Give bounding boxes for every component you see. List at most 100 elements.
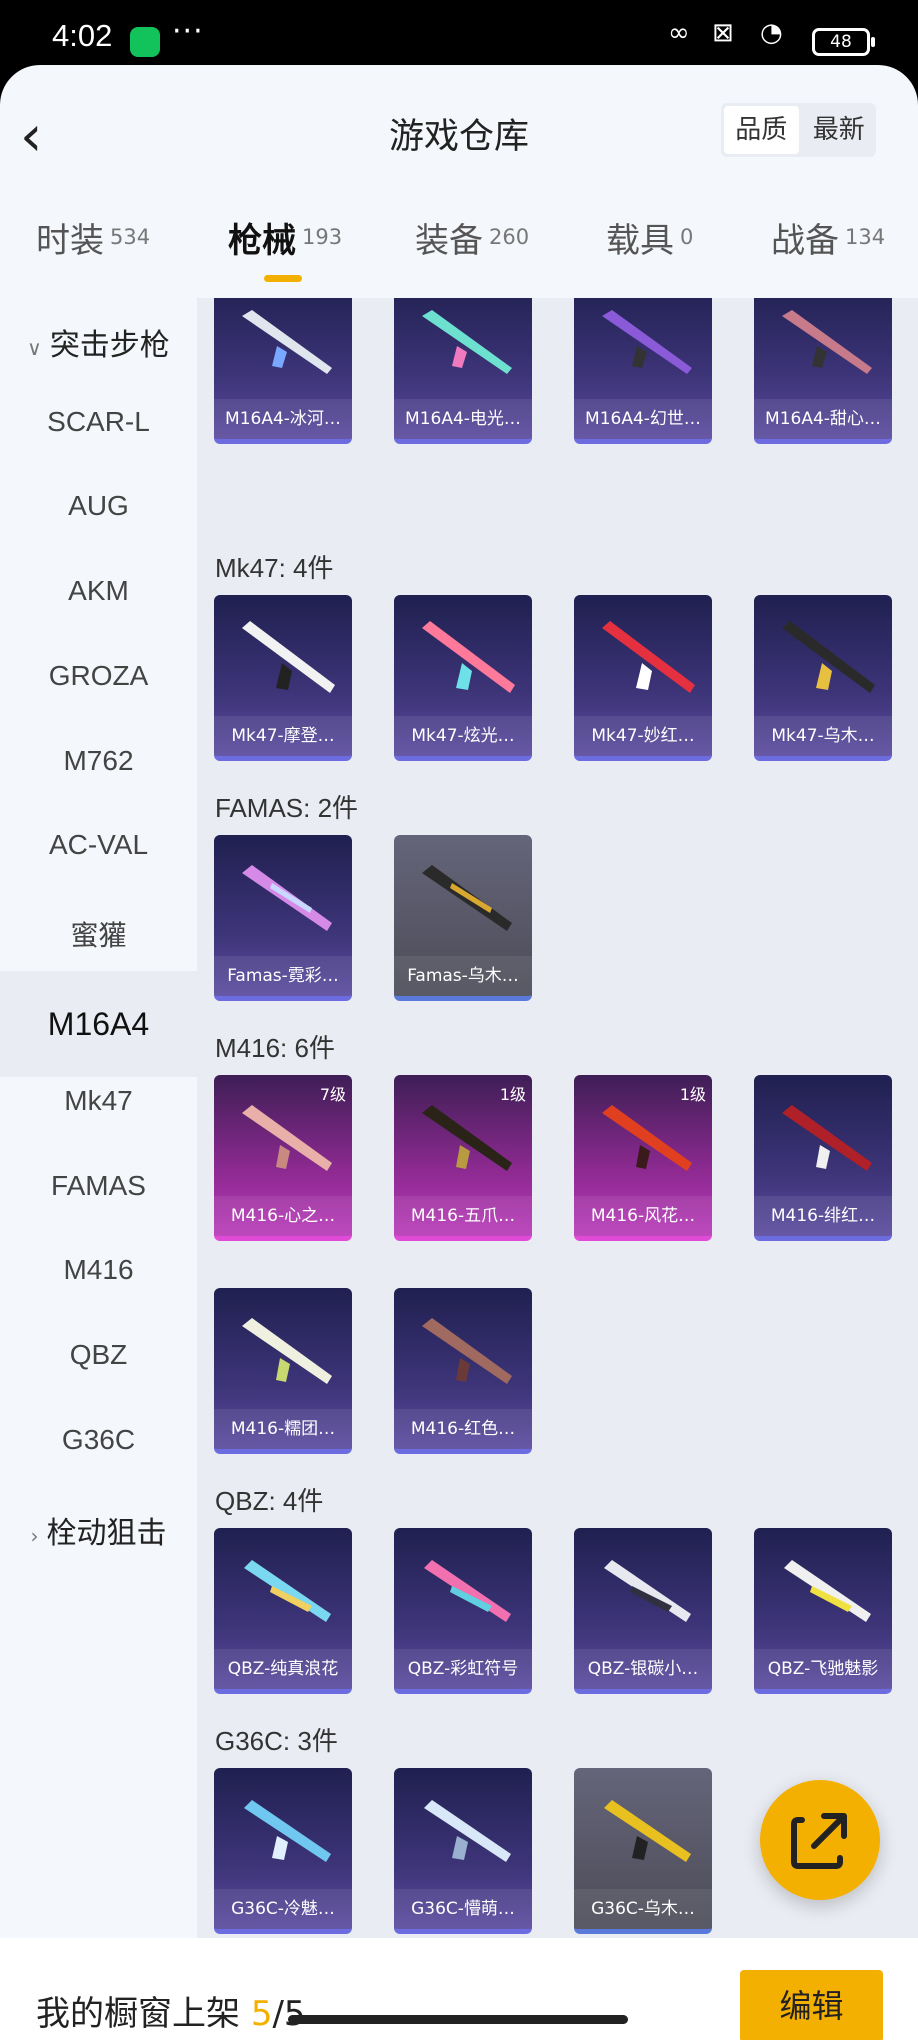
sidebar-item-g36c[interactable]: G36C [0,1424,197,1456]
weapon-card[interactable]: Mk47-摩登… [214,595,352,761]
weapon-card[interactable]: 7级 M416-心之… [214,1075,352,1241]
weapon-name: Famas-霓彩… [214,956,352,996]
tab-supplies[interactable]: 战备 134 [771,213,885,303]
shelf-total: /5 [272,1994,306,2034]
weapon-name: G36C-乌木… [574,1889,712,1929]
wechat-icon [130,27,160,57]
tab-equipment[interactable]: 装备 260 [415,213,529,303]
weapon-card[interactable]: M416-糯团… [214,1288,352,1454]
weapon-card[interactable]: G36C-乌木… [574,1768,712,1934]
rifle-icon [242,1105,332,1171]
weapon-name: QBZ-彩虹符号 [394,1649,532,1689]
rifle-icon [602,1105,692,1171]
weapon-card[interactable]: Famas-霓彩… [214,835,352,1001]
weapon-name: M16A4-甜心… [754,399,892,439]
sidebar-item-ac-val[interactable]: AC-VAL [0,829,197,861]
weapon-card[interactable]: Mk47-妙红… [574,595,712,761]
tab-label: 时装 [36,221,104,261]
section-title: G36C: 3件 [215,1726,338,1756]
weapon-card[interactable]: Famas-乌木… [394,835,532,1001]
home-indicator[interactable] [288,2015,628,2024]
shelf-used-count: 5 [250,1994,273,2034]
rifle-icon [242,1318,332,1384]
rifle-icon [244,1560,331,1622]
rifle-icon [602,621,695,693]
weapon-card[interactable]: M16A4-电光… [394,298,532,444]
sidebar-item-honey-badger[interactable]: 蜜獾 [0,914,197,954]
no-sim-icon: ⊠ [712,18,734,48]
weapon-card[interactable]: QBZ-飞驰魅影 [754,1528,892,1694]
sidebar-item-m16a4[interactable]: M16A4 [0,971,197,1077]
sidebar-item-mk47[interactable]: Mk47 [0,1085,197,1117]
sort-quality-option[interactable]: 品质 [724,106,799,154]
warehouse-screen: ‹ 游戏仓库 品质 最新 时装 534 枪械 193 装备 260 载具 0 战备 134… [0,65,918,2040]
tab-count: 534 [110,225,151,249]
showcase-footer: 我的橱窗上架 5/5 编辑 [0,1938,918,2040]
weapon-name: QBZ-银碳小… [574,1649,712,1689]
weapon-card[interactable]: QBZ-彩虹符号 [394,1528,532,1694]
weapon-name: M16A4-电光… [394,399,532,439]
tab-count: 260 [489,225,530,249]
weapon-name: Mk47-摩登… [214,716,352,756]
share-external-icon [791,1813,847,1869]
weapon-name: G36C-冷魅… [214,1889,352,1929]
weapon-card[interactable]: M416-红色… [394,1288,532,1454]
section-title: FAMAS: 2件 [215,793,359,823]
sidebar-item-famas[interactable]: FAMAS [0,1170,197,1202]
showcase-shelf-status: 我的橱窗上架 5/5 [36,1986,306,2035]
weapon-name: M416-心之… [214,1196,352,1236]
rifle-icon [604,1800,691,1862]
weapon-card[interactable]: G36C-懵萌… [394,1768,532,1934]
section-title: QBZ: 4件 [215,1486,324,1516]
rifle-icon [782,621,875,693]
weapon-card[interactable]: M16A4-幻世… [574,298,712,444]
weapon-name: M16A4-冰河… [214,399,352,439]
weapon-card[interactable]: QBZ-纯真浪花 [214,1528,352,1694]
sidebar-group-assault-rifle[interactable]: ∨ 突击步枪 [0,320,197,364]
sidebar-item-qbz[interactable]: QBZ [0,1339,197,1371]
sidebar-item-aug[interactable]: AUG [0,490,197,522]
rifle-icon [422,1318,512,1384]
rifle-icon [422,1105,512,1171]
rifle-icon [422,310,512,374]
wifi-icon: ◔ [760,18,783,48]
weapon-card[interactable]: QBZ-银碳小… [574,1528,712,1694]
sidebar-item-groza[interactable]: GROZA [0,660,197,692]
tab-label: 装备 [415,221,483,261]
edit-button[interactable]: 编辑 [740,1970,883,2040]
tab-guns[interactable]: 枪械 193 [228,213,342,303]
weapon-name: QBZ-飞驰魅影 [754,1649,892,1689]
weapon-name: M416-红色… [394,1409,532,1449]
rifle-icon [242,865,332,931]
sidebar-group-bolt-sniper[interactable]: › 栓动狙击 [0,1508,197,1552]
status-time: 4:02 [52,18,113,53]
sort-latest-option[interactable]: 最新 [802,103,877,157]
tab-vehicles[interactable]: 载具 0 [606,213,693,303]
chevron-right-icon: › [30,1524,39,1548]
weapon-card[interactable]: Mk47-炫光… [394,595,532,761]
weapon-card[interactable]: G36C-冷魅… [214,1768,352,1934]
sort-toggle[interactable]: 品质 最新 [721,103,876,157]
weapon-card[interactable]: 1级 M416-五爪… [394,1075,532,1241]
rifle-icon [604,1560,691,1622]
share-button[interactable] [760,1780,880,1900]
weapon-name: Mk47-炫光… [394,716,532,756]
category-tabs: 时装 534 枪械 193 装备 260 载具 0 战备 134 [0,213,918,303]
weapon-card[interactable]: Mk47-乌木… [754,595,892,761]
sidebar-item-akm[interactable]: AKM [0,575,197,607]
tab-label: 战备 [771,221,839,261]
sidebar-item-m416[interactable]: M416 [0,1254,197,1286]
rifle-icon [782,1105,872,1171]
active-tab-indicator [264,275,302,282]
weapon-name: M416-绯红… [754,1196,892,1236]
sidebar-item-m762[interactable]: M762 [0,745,197,777]
weapon-card[interactable]: 1级 M416-风花… [574,1075,712,1241]
sidebar-item-scar-l[interactable]: SCAR-L [0,406,197,438]
weapon-card[interactable]: M16A4-甜心… [754,298,892,444]
tab-costume[interactable]: 时装 534 [36,213,150,303]
weapon-name: M416-五爪… [394,1196,532,1236]
rifle-icon [244,1800,331,1862]
weapon-card[interactable]: M16A4-冰河… [214,298,352,444]
rifle-icon [782,310,872,374]
weapon-card[interactable]: M416-绯红… [754,1075,892,1241]
